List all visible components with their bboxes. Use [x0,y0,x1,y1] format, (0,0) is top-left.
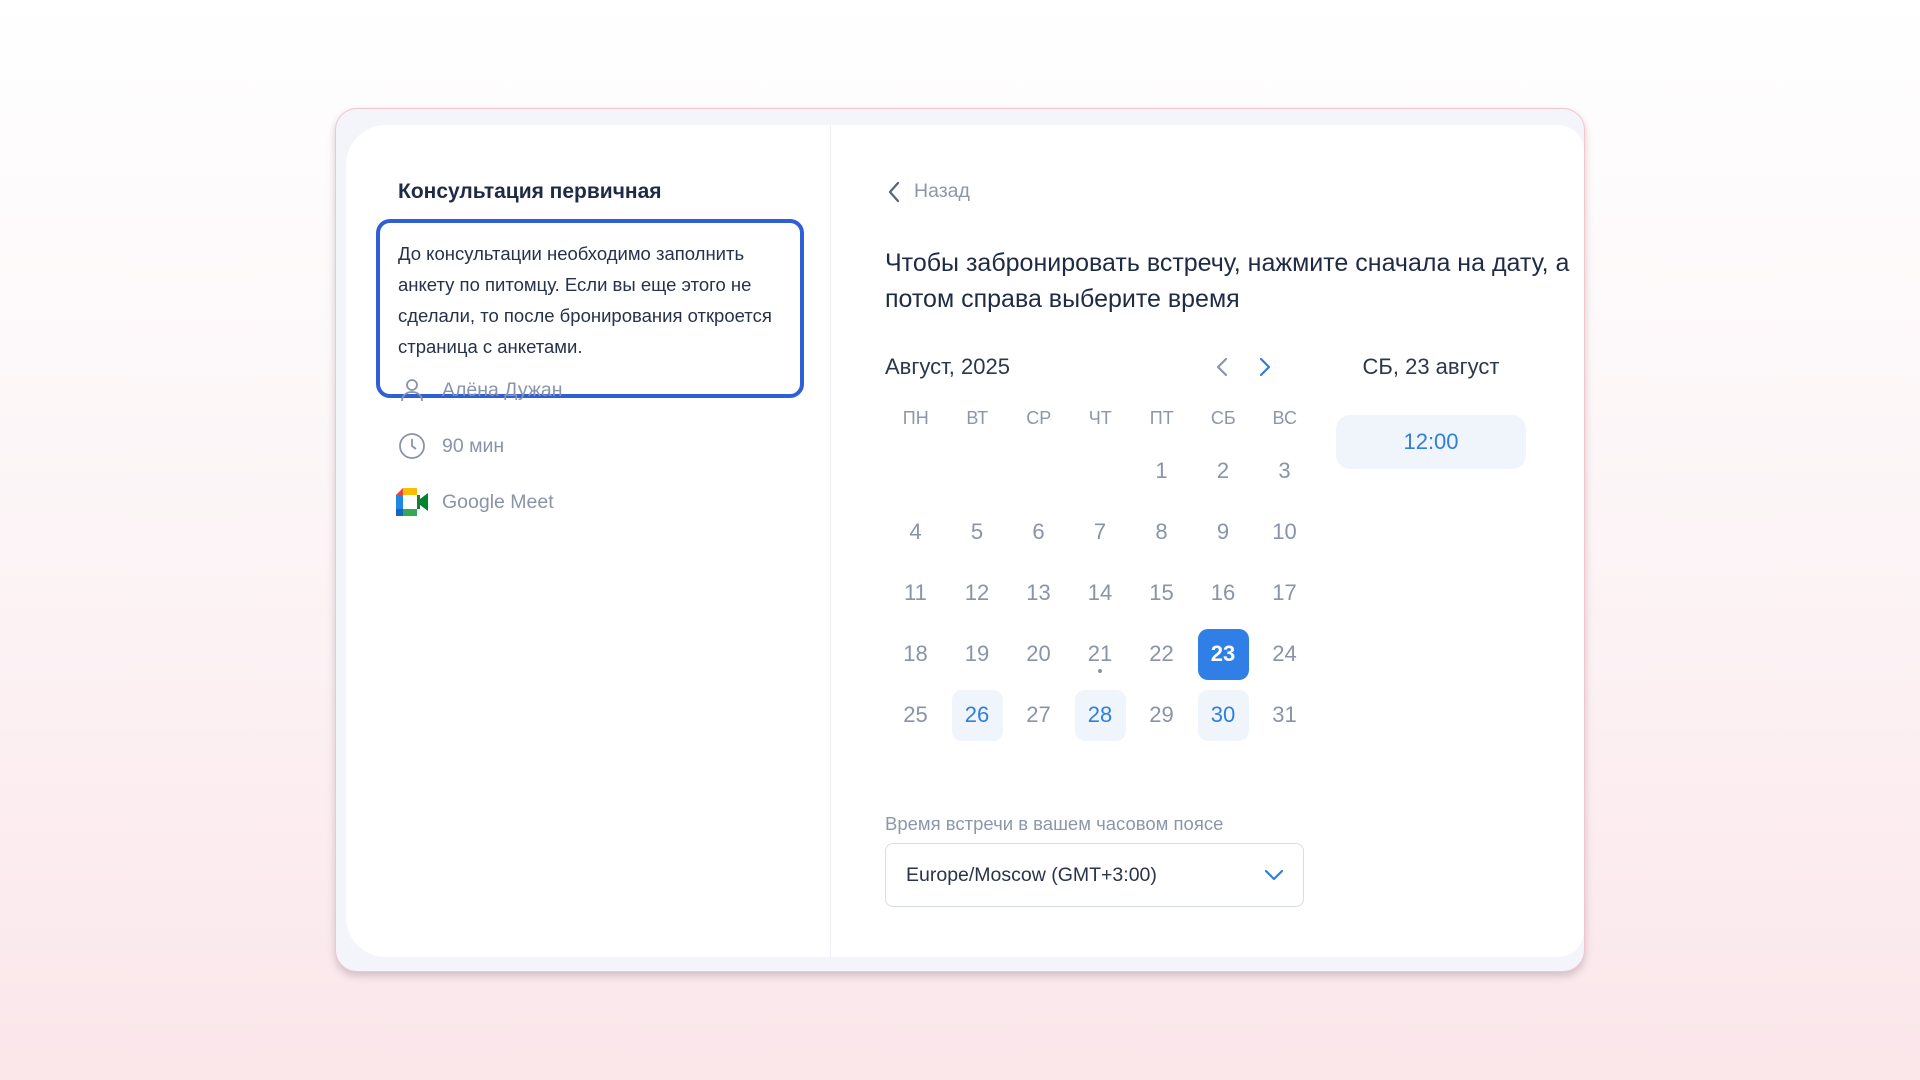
booking-panel: Назад Чтобы забронировать встречу, нажми… [831,125,1584,957]
calendar-day: 12 [964,579,990,605]
calendar-day: 7 [1093,518,1107,544]
weekday-label: ПН [902,408,929,428]
booking-card-body: Консультация первичная До консультации н… [346,125,1584,957]
event-duration: 90 мин [396,430,504,462]
calendar-day[interactable]: 26 [951,689,1003,741]
calendar-day: 10 [1272,518,1297,544]
back-label: Назад [914,180,970,202]
calendar-day: 29 [1149,702,1174,728]
calendar-day: 24 [1272,641,1297,667]
next-month-button[interactable] [1251,353,1279,381]
timezone-value: Europe/Moscow (GMT+3:00) [906,863,1157,886]
weekday-label: ВТ [966,408,989,428]
calendar-day: 17 [1272,579,1297,605]
back-button[interactable]: Назад [888,180,970,203]
event-location-value: Google Meet [442,490,554,513]
event-host: Алёна Дужан [396,374,563,406]
calendar-day: 2 [1216,457,1230,483]
event-description: До консультации необходимо заполнить анк… [376,219,804,398]
calendar-day: 4 [909,518,922,544]
calendar-day[interactable]: 30 [1197,689,1249,741]
event-details-panel: Консультация первичная До консультации н… [346,125,831,957]
calendar-day: 6 [1032,518,1045,544]
weekday-header: ПН ВТ СР ЧТ ПТ СБ ВС [885,408,1316,429]
chevron-left-icon [888,181,900,202]
weekday-label: СБ [1210,408,1236,428]
calendar-day[interactable]: 28 [1074,689,1126,741]
today-marker [1098,668,1102,673]
calendar-day: 31 [1272,702,1297,728]
timezone-label: Время встречи в вашем часовом поясе [885,813,1224,834]
calendar-day: 18 [903,641,928,667]
calendar-day: 15 [1149,579,1174,605]
weekday-label: ВС [1272,408,1297,428]
selected-date-label: СБ, 23 август [1362,354,1500,379]
chevron-down-icon [1264,869,1284,881]
calendar-day: 13 [1026,579,1051,605]
user-icon [396,374,428,406]
event-duration-value: 90 мин [442,434,505,457]
calendar-day: 11 [904,579,927,605]
month-label: Август, 2025 [885,354,1010,379]
booking-instruction: Чтобы забронировать встречу, нажмите сна… [885,249,1570,313]
prev-month-button[interactable] [1208,353,1236,381]
timezone-select[interactable]: Europe/Moscow (GMT+3:00) [885,843,1304,907]
calendar-day: 3 [1278,457,1291,483]
chevron-right-icon [1259,357,1271,377]
clock-icon [396,430,428,462]
calendar-day: 8 [1155,518,1168,544]
weekday-label: СР [1026,408,1052,428]
calendar-day: 1 [1155,457,1168,483]
booking-card: Консультация первичная До консультации н… [335,108,1585,972]
calendar-day: 9 [1216,518,1230,544]
event-location: Google Meet [396,486,554,518]
weekday-label: ЧТ [1088,408,1112,428]
calendar-day: 20 [1026,641,1051,667]
event-title: Консультация первичная [398,180,662,203]
calendar-day: 5 [970,518,984,544]
calendar-day: 22 [1149,641,1174,667]
event-host-name: Алёна Дужан [442,378,563,401]
calendar-day: 27 [1026,702,1051,728]
calendar-day: 21 [1075,629,1126,680]
weekday-label: ПТ [1149,408,1174,428]
chevron-left-icon [1216,357,1228,377]
calendar-day: 25 [903,702,928,728]
calendar-day: 14 [1087,579,1113,605]
time-slot-button[interactable]: 12:00 [1336,415,1526,469]
calendar-day[interactable]: 23 [1197,628,1249,680]
calendar-day: 19 [964,641,990,667]
calendar-day: 16 [1210,579,1236,605]
google-meet-icon [396,486,428,518]
